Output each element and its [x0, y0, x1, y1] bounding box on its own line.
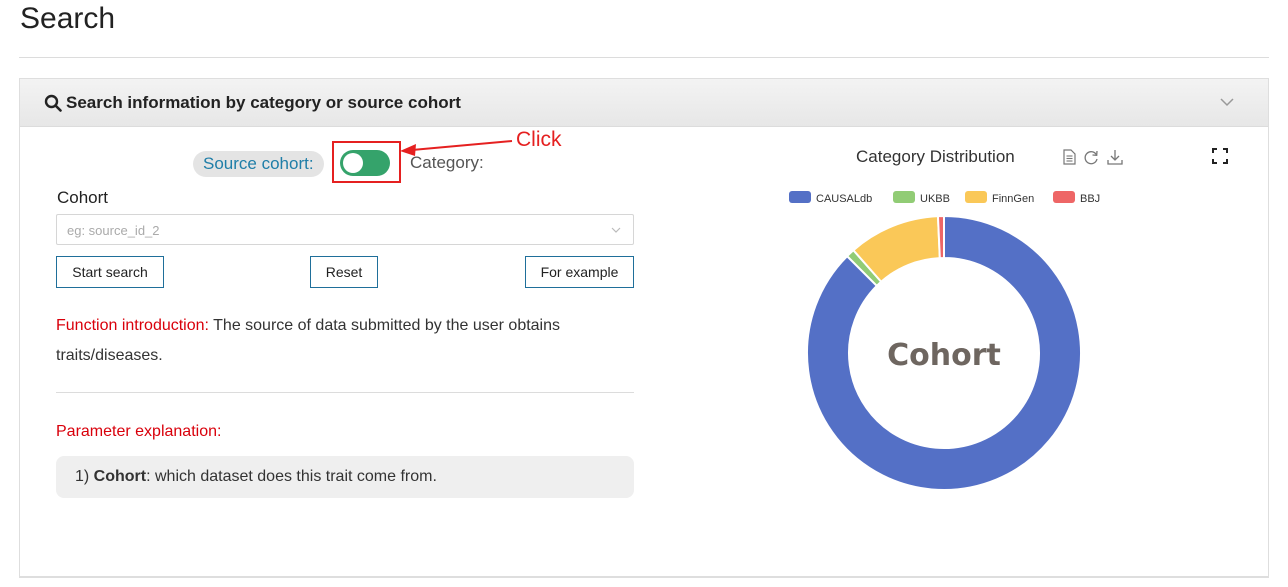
donut-center-label: Cohort — [887, 338, 1001, 373]
slice-bbj[interactable] — [936, 214, 945, 260]
cohort-label: Cohort — [57, 188, 109, 207]
start-search-button[interactable]: Start search — [56, 256, 164, 288]
function-introduction: Function introduction: The source of dat… — [56, 311, 636, 371]
annotation-text: Click — [516, 128, 562, 151]
for-example-button[interactable]: For example — [525, 256, 634, 288]
page-title: Search — [20, 2, 116, 35]
panel-title: Search information by category or source… — [66, 93, 461, 112]
legend-label-causaldb[interactable]: CAUSALdb — [816, 193, 872, 205]
legend-swatch-causaldb[interactable] — [789, 191, 811, 203]
intro-heading: Function introduction: — [56, 317, 209, 334]
cohort-placeholder: eg: source_id_2 — [67, 223, 160, 238]
legend-label-finngen[interactable]: FinnGen — [992, 193, 1034, 205]
chevron-down-icon — [611, 227, 621, 233]
legend-swatch-finngen[interactable] — [965, 191, 987, 203]
legend-label-ukbb[interactable]: UKBB — [920, 193, 950, 205]
chart-legend: CAUSALdb UKBB FinnGen BBJ — [789, 191, 1100, 205]
search-icon — [44, 94, 62, 112]
cohort-select[interactable]: eg: source_id_2 — [56, 214, 634, 245]
chart-title: Category Distribution — [856, 147, 1015, 166]
refresh-icon[interactable] — [1082, 148, 1100, 166]
category-distribution-chart: CAUSALdb UKBB FinnGen BBJ Cohort — [789, 191, 1100, 491]
param-number: 1) — [75, 468, 94, 485]
parameter-title: Parameter explanation: — [56, 423, 222, 440]
panel-header[interactable]: Search information by category or source… — [20, 79, 1268, 127]
fullscreen-icon[interactable] — [1211, 147, 1229, 165]
param-description: : which dataset does this trait come fro… — [146, 468, 437, 485]
section-divider — [56, 392, 634, 393]
legend-swatch-bbj[interactable] — [1053, 191, 1075, 203]
legend-swatch-ukbb[interactable] — [893, 191, 915, 203]
reset-button[interactable]: Reset — [310, 256, 378, 288]
title-divider — [19, 57, 1269, 58]
source-cohort-label: Source cohort: — [193, 151, 324, 177]
param-name: Cohort — [93, 468, 147, 485]
chevron-down-icon[interactable] — [1220, 96, 1234, 108]
parameter-box: 1) Cohort: which dataset does this trait… — [56, 456, 634, 498]
download-icon[interactable] — [1106, 148, 1124, 166]
annotation-highlight-box — [332, 141, 401, 183]
legend-label-bbj[interactable]: BBJ — [1080, 193, 1100, 205]
data-view-icon[interactable] — [1060, 148, 1078, 166]
annotation-arrow-icon — [400, 140, 513, 156]
